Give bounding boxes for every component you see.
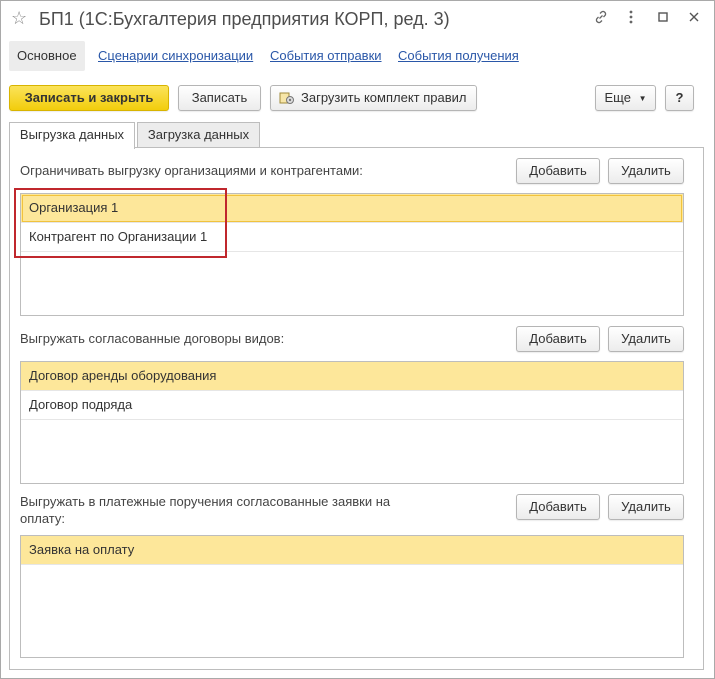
nav-sync-scenarios[interactable]: Сценарии синхронизации [98, 41, 253, 71]
list-item[interactable]: Заявка на оплату [21, 536, 683, 565]
nav-receive-events[interactable]: События получения [398, 41, 519, 71]
link-icon[interactable] [591, 9, 611, 29]
nav-send-events[interactable]: События отправки [270, 41, 382, 71]
organizations-filter-label: Ограничивать выгрузку организациями и ко… [20, 163, 363, 178]
load-rules-label: Загрузить комплект правил [301, 90, 467, 105]
more-icon[interactable] [621, 9, 641, 29]
add-contract-button[interactable]: Добавить [516, 326, 600, 352]
more-menu-button[interactable]: Еще ▼ [595, 85, 656, 111]
list-item[interactable]: Договор аренды оборудования [21, 362, 683, 391]
add-organization-button[interactable]: Добавить [516, 158, 600, 184]
payment-requests-label-line2: оплату: [20, 511, 66, 526]
list-item[interactable]: Контрагент по Организации 1 [21, 223, 683, 252]
payment-requests-label-line1: Выгружать в платежные поручения согласов… [20, 494, 391, 509]
more-label: Еще [604, 90, 631, 105]
tab-export-data[interactable]: Выгрузка данных [9, 122, 135, 149]
list-item[interactable]: Договор подряда [21, 391, 683, 420]
app-window: ☆ БП1 (1С:Бухгалтерия предприятия КОРП, … [0, 0, 715, 679]
save-button[interactable]: Записать [178, 85, 261, 111]
load-rules-icon [279, 90, 295, 106]
maximize-icon[interactable] [653, 9, 673, 29]
contracts-list[interactable]: Договор аренды оборудования Договор подр… [20, 361, 684, 484]
add-payment-request-button[interactable]: Добавить [516, 494, 600, 520]
tab-import-data[interactable]: Загрузка данных [137, 122, 260, 148]
delete-organization-button[interactable]: Удалить [608, 158, 684, 184]
delete-contract-button[interactable]: Удалить [608, 326, 684, 352]
star-icon[interactable]: ☆ [11, 7, 27, 29]
save-and-close-button[interactable]: Записать и закрыть [9, 85, 169, 111]
delete-payment-request-button[interactable]: Удалить [608, 494, 684, 520]
export-data-panel: Ограничивать выгрузку организациями и ко… [9, 147, 704, 670]
load-rules-button[interactable]: Загрузить комплект правил [270, 85, 477, 111]
window-title: БП1 (1С:Бухгалтерия предприятия КОРП, ре… [39, 9, 450, 29]
nav-main[interactable]: Основное [9, 41, 85, 71]
organizations-list[interactable]: Организация 1 Контрагент по Организации … [20, 193, 684, 316]
payment-requests-list[interactable]: Заявка на оплату [20, 535, 684, 658]
chevron-down-icon: ▼ [638, 94, 647, 103]
help-button[interactable]: ? [665, 85, 694, 111]
form-navigation: Основное Сценарии синхронизации События … [1, 39, 714, 73]
title-bar: ☆ БП1 (1С:Бухгалтерия предприятия КОРП, … [1, 1, 714, 37]
list-item[interactable]: Организация 1 [21, 194, 683, 223]
contracts-filter-label: Выгружать согласованные договоры видов: [20, 331, 285, 346]
close-icon[interactable] [684, 9, 704, 29]
